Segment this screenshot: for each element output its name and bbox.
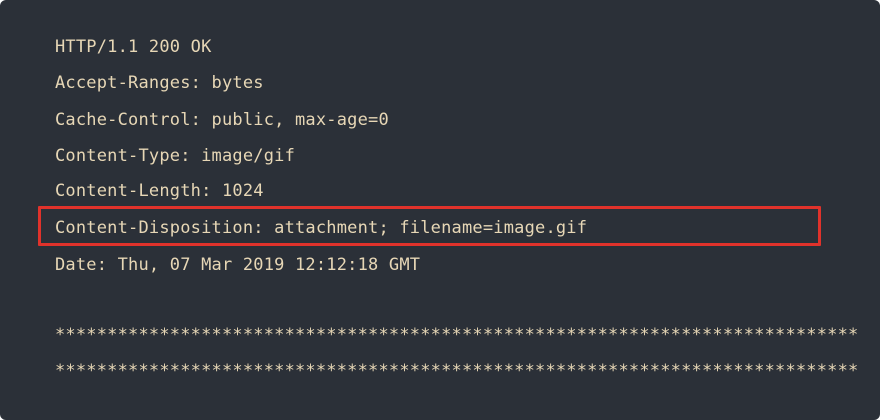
content-disposition-header: Content-Disposition: attachment; filenam… (55, 218, 588, 238)
content-length-header: Content-Length: 1024 (55, 181, 264, 201)
cache-control-header: Cache-Control: public, max-age=0 (55, 110, 389, 130)
status-line: HTTP/1.1 200 OK (55, 37, 212, 57)
http-response-panel: HTTP/1.1 200 OK Accept-Ranges: bytes Cac… (0, 0, 880, 420)
separator-line-2: ****************************************… (55, 361, 859, 381)
content-type-header: Content-Type: image/gif (55, 146, 296, 166)
separator-line-1: ****************************************… (55, 325, 859, 345)
date-header: Date: Thu, 07 Mar 2019 12:12:18 GMT (55, 255, 421, 275)
accept-ranges-header: Accept-Ranges: bytes (55, 73, 264, 93)
